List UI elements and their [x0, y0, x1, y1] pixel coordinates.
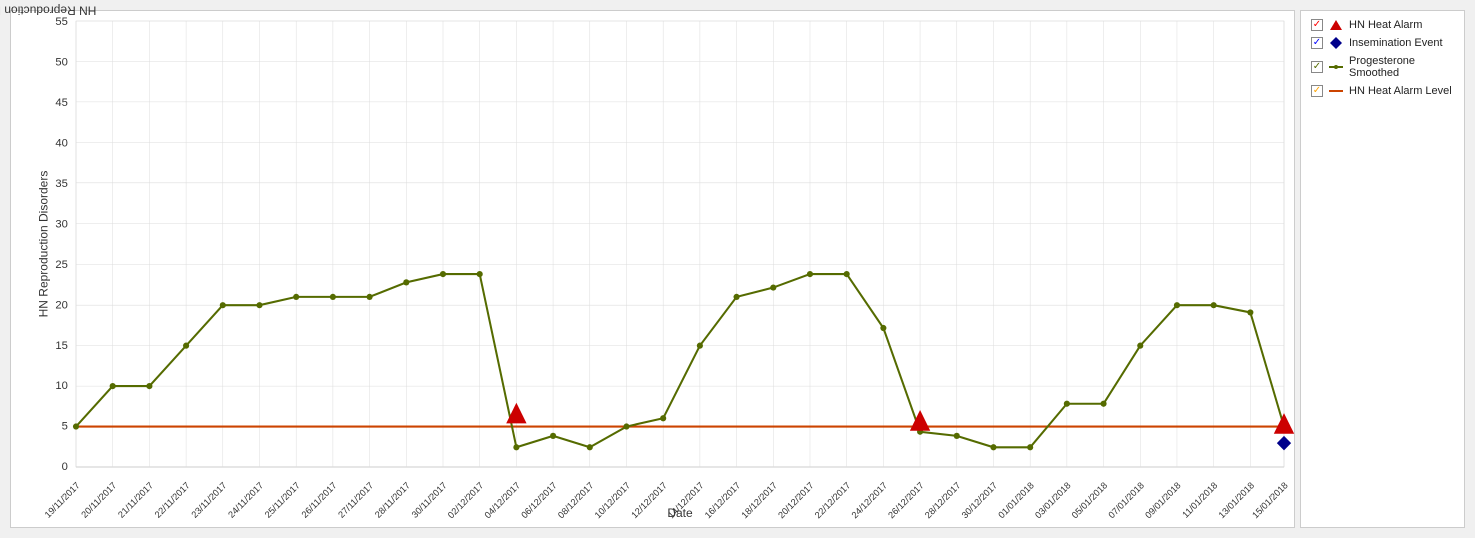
- data-point: [1137, 343, 1143, 349]
- legend-label-progesterone-smoothed: Progesterone Smoothed: [1349, 55, 1454, 79]
- chart-area: HN Reproduction Disorders: [10, 10, 1295, 528]
- data-point: [660, 415, 666, 421]
- data-point: [1064, 401, 1070, 407]
- data-point: [954, 433, 960, 439]
- legend-label-insemination-event: Insemination Event: [1349, 37, 1443, 49]
- chart-container: HN Reproduction Disorders: [0, 0, 1475, 538]
- data-point: [110, 383, 116, 389]
- data-point: [513, 444, 519, 450]
- data-point: [256, 302, 262, 308]
- y-axis-label: HN Reproduction Disorders: [37, 171, 51, 318]
- legend-checkbox-hn-heat-alarm[interactable]: [1311, 19, 1323, 31]
- data-point: [990, 444, 996, 450]
- data-point: [293, 294, 299, 300]
- chart-plot-area: 55 50 45 40 35 30 25 20 15 10 5 0 19/11/…: [76, 21, 1284, 467]
- legend-label-hn-heat-alarm-level: HN Heat Alarm Level: [1349, 85, 1452, 97]
- legend-checkbox-insemination-event[interactable]: [1311, 37, 1323, 49]
- legend-symbol-hn-heat-alarm: [1328, 19, 1344, 31]
- data-point: [1027, 444, 1033, 450]
- data-point: [477, 271, 483, 277]
- data-point: [146, 383, 152, 389]
- chart-svg: 55 50 45 40 35 30 25 20 15 10 5 0 19/11/…: [76, 21, 1284, 467]
- data-point: [1247, 309, 1253, 315]
- legend-symbol-insemination-event: [1328, 37, 1344, 49]
- x-axis-label: Date: [667, 506, 692, 520]
- data-point: [1211, 302, 1217, 308]
- legend-item-hn-heat-alarm-level: HN Heat Alarm Level: [1311, 85, 1454, 97]
- legend-symbol-progesterone-smoothed: [1328, 61, 1344, 73]
- data-point: [1101, 401, 1107, 407]
- legend-item-insemination-event: Insemination Event: [1311, 37, 1454, 49]
- data-point: [807, 271, 813, 277]
- data-point: [183, 343, 189, 349]
- data-point: [844, 271, 850, 277]
- legend-checkbox-hn-heat-alarm-level[interactable]: [1311, 85, 1323, 97]
- data-point: [73, 423, 79, 429]
- y-axis-label: HN Reproduction Disorders: [0, 4, 96, 18]
- data-point: [770, 284, 776, 290]
- data-point: [403, 279, 409, 285]
- data-point: [587, 444, 593, 450]
- data-point: [623, 423, 629, 429]
- legend-label-hn-heat-alarm: HN Heat Alarm: [1349, 19, 1422, 31]
- data-point: [550, 433, 556, 439]
- data-point: [220, 302, 226, 308]
- data-point: [330, 294, 336, 300]
- data-point: [1174, 302, 1180, 308]
- legend-checkbox-progesterone-smoothed[interactable]: [1311, 61, 1323, 73]
- data-point: [880, 325, 886, 331]
- legend-panel: HN Heat Alarm Insemination Event Progest…: [1300, 10, 1465, 528]
- data-point: [734, 294, 740, 300]
- legend-symbol-hn-heat-alarm-level: [1328, 85, 1344, 97]
- data-point: [697, 343, 703, 349]
- data-point: [367, 294, 373, 300]
- legend-item-progesterone-smoothed: Progesterone Smoothed: [1311, 55, 1454, 79]
- data-point: [440, 271, 446, 277]
- legend-item-hn-heat-alarm: HN Heat Alarm: [1311, 19, 1454, 31]
